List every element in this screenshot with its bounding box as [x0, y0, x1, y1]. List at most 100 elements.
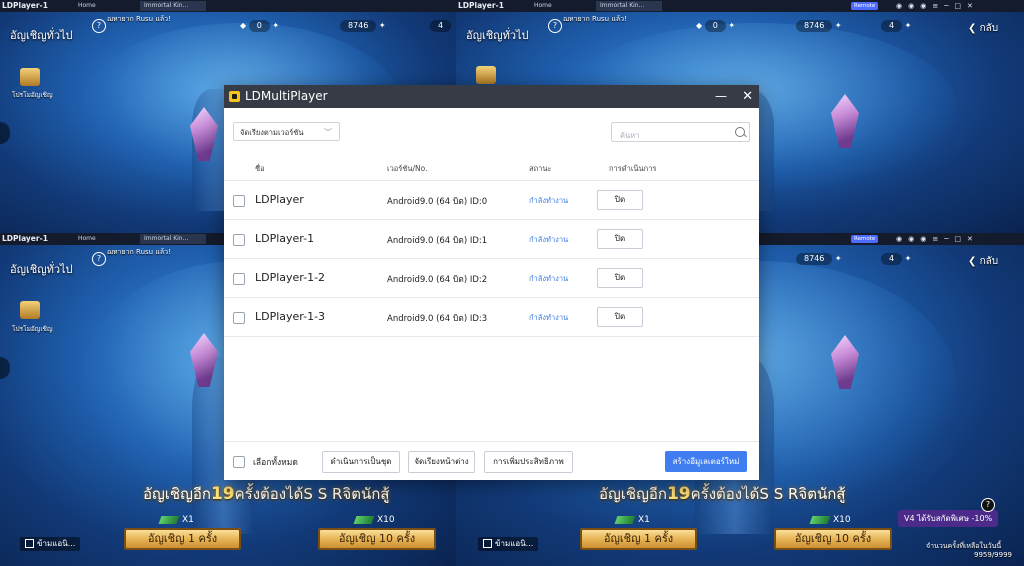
cost-ten: X10: [353, 515, 395, 525]
skip-checkbox[interactable]: [25, 539, 34, 548]
banner-prefix: อัญเชิญอีก: [599, 485, 667, 503]
tab-home[interactable]: Home: [74, 1, 100, 11]
banner-prefix: อัญเชิญอีก: [143, 485, 211, 503]
scroll-message: ฌหายาก Rusu แล้ว!: [107, 15, 171, 23]
select-all-label: เลือกทั้งหมด: [253, 458, 298, 468]
ldplayer-logo-icon: [229, 91, 240, 102]
gem-counter: ◆ 0 ✦: [696, 20, 735, 32]
back-arrow-icon: ❮: [968, 256, 980, 267]
cost-ten-value: X10: [377, 515, 395, 525]
instance-name: LDPlayer-1: [255, 232, 315, 245]
remote-badge[interactable]: Remote: [851, 235, 879, 243]
summon-1-button[interactable]: อัญเชิญ 1 ครั้ง: [124, 528, 241, 550]
banner-count: 19: [210, 484, 235, 504]
window-title: LDPlayer-1: [2, 1, 48, 10]
dialog-footer: เลือกทั้งหมด ดำเนินการเป็นชุด จัดเรียงหน…: [224, 441, 759, 480]
ticket-counter: 4: [430, 20, 452, 32]
banner-suffix: ครั้งต้องได้S S Rจิตนักสู้: [234, 485, 390, 503]
add-ticket-icon[interactable]: ✦: [905, 254, 912, 263]
ticket-value: 4: [881, 253, 903, 265]
table-row: LDPlayer-1-3 Android9.0 (64 บิต) ID:3 กำ…: [224, 297, 759, 337]
help-icon[interactable]: ?: [548, 19, 562, 33]
cost-ten-value: X10: [833, 515, 851, 525]
add-ticket-icon[interactable]: ✦: [905, 21, 912, 30]
help-icon[interactable]: ?: [92, 19, 106, 33]
gift-icon[interactable]: [20, 301, 40, 319]
back-label: กลับ: [979, 256, 999, 267]
back-button[interactable]: ❮ กลับ: [968, 21, 998, 36]
dialog-title: LDMultiPlayer: [245, 89, 328, 103]
search-icon[interactable]: [735, 127, 745, 137]
add-gem-icon[interactable]: ✦: [272, 21, 279, 30]
window-controls[interactable]: ◉◉◉≡─□✕: [896, 233, 979, 245]
sort-dropdown[interactable]: จัดเรียงตามเวอร์ชัน ﹀: [233, 122, 340, 141]
summon-10-button[interactable]: อัญเชิญ 10 ครั้ง: [318, 528, 436, 550]
instance-status: กำลังทำงาน: [529, 274, 569, 283]
gem-value: 0: [248, 20, 270, 32]
search-input[interactable]: [618, 126, 732, 145]
tab-home[interactable]: Home: [530, 1, 556, 11]
column-version: เวอร์ชัน/No.: [387, 164, 428, 173]
row-checkbox[interactable]: [233, 234, 245, 246]
gem-value: 0: [704, 20, 726, 32]
select-all-checkbox[interactable]: [233, 456, 245, 468]
skip-animation-toggle[interactable]: ข้ามแอนิ...: [20, 537, 81, 551]
instance-name: LDPlayer-1-3: [255, 310, 326, 323]
create-emulator-button[interactable]: สร้างอีมูเลเตอร์ใหม่: [665, 451, 747, 472]
row-checkbox[interactable]: [233, 273, 245, 285]
window-title: LDPlayer-1: [458, 1, 504, 10]
minimize-button[interactable]: —: [715, 85, 727, 107]
back-button[interactable]: ❮ กลับ: [968, 254, 998, 269]
optimize-button[interactable]: การเพิ่มประสิทธิภาพ: [484, 451, 573, 473]
invite-title: อัญเชิญทั่วไป: [466, 29, 529, 42]
skip-checkbox[interactable]: [483, 539, 492, 548]
ticket-icon: [614, 515, 636, 524]
tab-game[interactable]: Immortal Kin...: [140, 234, 206, 244]
close-instance-button[interactable]: ปิด: [597, 268, 643, 288]
close-instance-button[interactable]: ปิด: [597, 307, 643, 327]
tab-game[interactable]: Immortal Kin...: [596, 1, 662, 11]
add-gold-icon[interactable]: ✦: [835, 21, 842, 30]
close-instance-button[interactable]: ปิด: [597, 190, 643, 210]
gold-value: 8746: [796, 253, 833, 265]
row-checkbox[interactable]: [233, 195, 245, 207]
promo-badge[interactable]: V4 ได้รับสกัดพิเศษ -10%: [898, 510, 999, 527]
ticket-icon: [158, 515, 180, 524]
instance-name: LDPlayer: [255, 193, 304, 206]
scroll-message: ฌหายาก Rusu แล้ว!: [107, 248, 171, 256]
help-icon[interactable]: ?: [981, 498, 995, 512]
add-gold-icon[interactable]: ✦: [379, 21, 386, 30]
gold-counter: 8746 ✦: [796, 20, 842, 32]
banner-suffix: ครั้งต้องได้S S Rจิตนักสู้: [690, 485, 846, 503]
tab-game[interactable]: Immortal Kin...: [140, 1, 206, 11]
summon-10-button[interactable]: อัญเชิญ 10 ครั้ง: [774, 528, 892, 550]
skip-label: ข้ามแอนิ...: [37, 539, 76, 548]
ticket-icon: [809, 515, 831, 524]
close-button[interactable]: ✕: [742, 85, 753, 108]
remote-badge[interactable]: Remote: [851, 2, 879, 10]
add-gem-icon[interactable]: ✦: [728, 21, 735, 30]
gift-label: โปรโมอัญเชิญ: [12, 91, 53, 99]
table-row: LDPlayer-1-2 Android9.0 (64 บิต) ID:2 กำ…: [224, 258, 759, 297]
help-icon[interactable]: ?: [92, 252, 106, 266]
gift-icon[interactable]: [20, 68, 40, 86]
back-label: กลับ: [979, 23, 999, 34]
row-checkbox[interactable]: [233, 312, 245, 324]
column-action: การดำเนินการ: [609, 164, 657, 173]
tab-home[interactable]: Home: [74, 234, 100, 244]
skip-animation-toggle[interactable]: ข้ามแอนิ...: [478, 537, 539, 551]
table-row: LDPlayer Android9.0 (64 บิต) ID:0 กำลังท…: [224, 180, 759, 219]
add-gold-icon[interactable]: ✦: [835, 254, 842, 263]
arrange-windows-button[interactable]: จัดเรียงหน้าต่าง: [408, 451, 475, 473]
batch-action-button[interactable]: ดำเนินการเป็นชุด: [322, 451, 400, 473]
skip-label: ข้ามแอนิ...: [495, 539, 534, 548]
ticket-value: 4: [430, 20, 452, 32]
summon-1-button[interactable]: อัญเชิญ 1 ครั้ง: [580, 528, 697, 550]
close-instance-button[interactable]: ปิด: [597, 229, 643, 249]
instance-version: Android9.0 (64 บิต) ID:0: [387, 197, 488, 207]
window-controls[interactable]: ◉◉◉≡─□✕: [896, 0, 979, 12]
column-status: สถานะ: [529, 164, 552, 173]
scroll-message: ฌหายาก Rusu แล้ว!: [563, 15, 627, 23]
table-header: ชื่อ เวอร์ชัน/No. สถานะ การดำเนินการ: [224, 158, 759, 180]
gift-icon[interactable]: [476, 66, 496, 84]
